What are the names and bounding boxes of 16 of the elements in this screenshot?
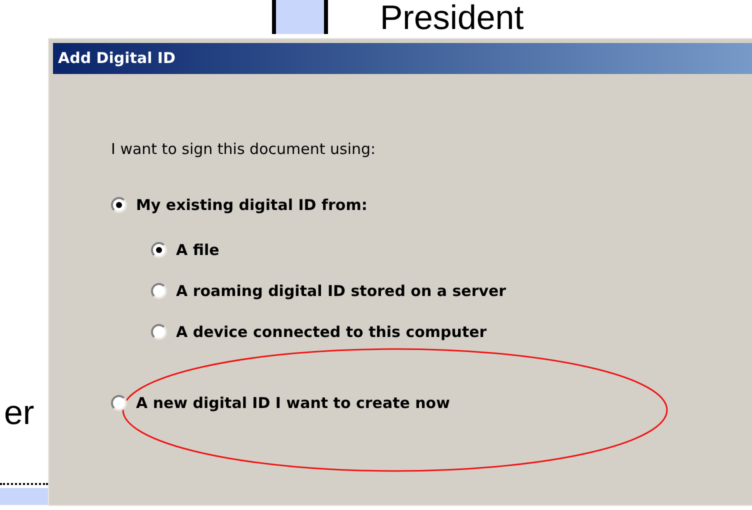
radio-button[interactable] bbox=[151, 283, 167, 299]
radio-option[interactable]: A device connected to this computer bbox=[151, 312, 752, 352]
radio-option[interactable]: A new digital ID I want to create now bbox=[111, 382, 752, 424]
radio-button[interactable] bbox=[111, 395, 127, 411]
prompt-text: I want to sign this document using: bbox=[111, 139, 377, 160]
radio-option[interactable]: My existing digital ID from: bbox=[111, 184, 752, 226]
radio-button[interactable] bbox=[151, 242, 167, 258]
document-text: er bbox=[4, 396, 34, 430]
radio-option[interactable]: A roaming digital ID stored on a server bbox=[151, 270, 752, 312]
document-heading: President bbox=[380, 1, 524, 35]
table-cell bbox=[272, 0, 328, 34]
table-cell bbox=[0, 488, 48, 505]
radio-button[interactable] bbox=[111, 197, 127, 213]
radio-option[interactable]: A file bbox=[151, 230, 752, 270]
radio-button[interactable] bbox=[151, 324, 167, 340]
window-title: Add Digital ID bbox=[53, 43, 752, 74]
